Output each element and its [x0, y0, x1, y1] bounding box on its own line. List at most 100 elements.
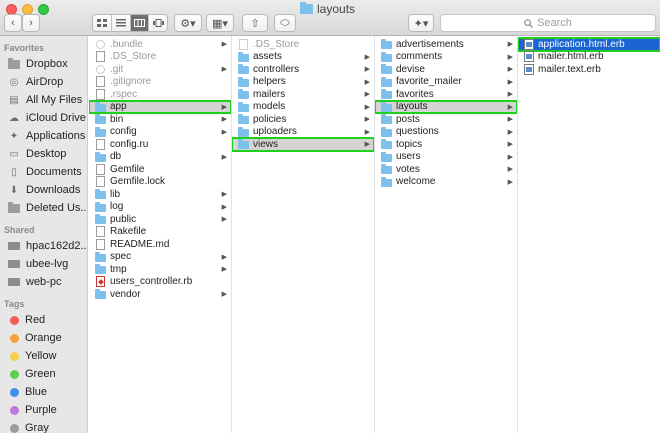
file-row[interactable]: application.html.erb — [518, 37, 660, 52]
folder-row[interactable]: questions ▶ — [375, 126, 517, 139]
list-view-button[interactable] — [112, 15, 131, 31]
folder-row[interactable]: favorites ▶ — [375, 88, 517, 101]
folder-row[interactable]: tmp ▶ — [89, 263, 231, 276]
file-row[interactable]: Gemfile.lock — [89, 176, 231, 189]
folder-row[interactable]: spec ▶ — [89, 251, 231, 264]
disclosure-arrow-icon: ▶ — [221, 191, 227, 199]
file-row[interactable]: .DS_Store — [89, 51, 231, 64]
folder-row[interactable]: users ▶ — [375, 151, 517, 164]
disclosure-arrow-icon: ▶ — [221, 41, 227, 49]
sidebar-item[interactable]: hpac162d2... — [0, 237, 87, 255]
folder-icon — [381, 64, 392, 75]
sidebar-item[interactable]: ▯ Documents — [0, 163, 87, 181]
item-name: vendor — [110, 288, 141, 300]
file-row[interactable]: .gitignore — [89, 76, 231, 89]
tag-item[interactable]: Orange — [0, 329, 87, 347]
item-name: log — [110, 201, 124, 213]
computer-icon — [8, 241, 20, 252]
forward-button[interactable]: › — [22, 14, 40, 32]
tag-item[interactable]: Blue — [0, 383, 87, 401]
column-view-button[interactable] — [130, 15, 150, 31]
folder-row[interactable]: db ▶ — [89, 151, 231, 164]
sidebar-item[interactable]: ⬇ Downloads — [0, 181, 87, 199]
folder-row[interactable]: mailers ▶ — [232, 88, 374, 101]
sidebar-item[interactable]: Dropbox — [0, 55, 87, 73]
folder-row[interactable]: lib ▶ — [89, 188, 231, 201]
column-1[interactable]: .bundle ▶ .DS_Store .git ▶ .gitignore .rspec ap… — [89, 36, 232, 433]
sidebar-item[interactable]: ◎ AirDrop — [0, 73, 87, 91]
folder-row[interactable]: vendor ▶ — [89, 288, 231, 301]
desktop-icon: ▭ — [9, 148, 19, 160]
item-name: config.ru — [110, 138, 149, 150]
file-row[interactable]: README.md — [89, 238, 231, 251]
tag-item[interactable]: Green — [0, 365, 87, 383]
sidebar-item-label: iCloud Drive — [26, 112, 86, 124]
columns-icon — [133, 19, 145, 27]
folder-row[interactable]: assets ▶ — [232, 51, 374, 64]
folder-icon — [381, 101, 392, 112]
sidebar-item[interactable]: ▤ All My Files — [0, 91, 87, 109]
folder-row[interactable]: comments ▶ — [375, 51, 517, 64]
file-row[interactable]: .rspec — [89, 88, 231, 101]
tag-item[interactable]: Yellow — [0, 347, 87, 365]
tag-item[interactable]: Purple — [0, 401, 87, 419]
file-row[interactable]: mailer.html.erb — [518, 51, 660, 64]
dropbox-button[interactable]: ✦▾ — [408, 14, 434, 32]
file-row[interactable]: users_controller.rb — [89, 276, 231, 289]
folder-row[interactable]: config ▶ — [89, 126, 231, 139]
file-row[interactable]: .bundle ▶ — [89, 38, 231, 51]
folder-row[interactable]: controllers ▶ — [232, 63, 374, 76]
disclosure-arrow-icon: ▶ — [221, 128, 227, 136]
folder-row[interactable]: favorite_mailer ▶ — [375, 76, 517, 89]
item-name: .bundle — [110, 38, 143, 50]
item-name: app — [110, 101, 127, 113]
folder-row[interactable]: layouts ▶ — [375, 99, 517, 114]
folder-row[interactable]: helpers ▶ — [232, 76, 374, 89]
action-menu-button[interactable]: ⚙▾ — [174, 14, 202, 32]
sidebar-item[interactable]: ubee-lvg — [0, 255, 87, 273]
file-row[interactable]: .git ▶ — [89, 63, 231, 76]
disclosure-arrow-icon: ▶ — [221, 153, 227, 161]
tag-item[interactable]: Red — [0, 311, 87, 329]
folder-row[interactable]: advertisements ▶ — [375, 38, 517, 51]
download-icon: ⬇ — [9, 184, 19, 196]
zoom-window-button[interactable] — [38, 4, 49, 15]
icon-view-button[interactable] — [93, 15, 112, 31]
sidebar-item[interactable]: web-pc — [0, 273, 87, 291]
sidebar-item[interactable]: ▭ Desktop — [0, 145, 87, 163]
folder-row[interactable]: public ▶ — [89, 213, 231, 226]
file-row[interactable]: mailer.text.erb — [518, 63, 660, 76]
sidebar-item[interactable]: Deleted Us... — [0, 199, 87, 217]
file-row[interactable]: Rakefile — [89, 226, 231, 239]
folder-row[interactable]: app ▶ — [89, 99, 231, 114]
file-row[interactable]: .DS_Store — [232, 38, 374, 51]
folder-row[interactable]: posts ▶ — [375, 113, 517, 126]
folder-row[interactable]: views ▶ — [232, 137, 374, 152]
folder-row[interactable]: votes ▶ — [375, 163, 517, 176]
disclosure-arrow-icon: ▶ — [507, 178, 513, 186]
file-row[interactable]: config.ru — [89, 138, 231, 151]
cover-flow-view-button[interactable] — [149, 15, 167, 31]
search-input[interactable]: Search — [440, 14, 656, 32]
share-button[interactable]: ⇧ — [242, 14, 268, 32]
folder-row[interactable]: devise ▶ — [375, 63, 517, 76]
folder-icon — [238, 114, 249, 125]
file-row[interactable]: Gemfile — [89, 163, 231, 176]
back-button[interactable]: ‹ — [4, 14, 22, 32]
folder-row[interactable]: policies ▶ — [232, 113, 374, 126]
column-3[interactable]: advertisements ▶ comments ▶ devise ▶ favorite_… — [375, 36, 518, 433]
column-4[interactable]: application.html.erb mailer.html.erb maile… — [518, 36, 660, 433]
edit-tags-button[interactable]: ⬭ — [274, 14, 296, 32]
arrange-menu-button[interactable]: ▦▾ — [206, 14, 234, 32]
sidebar-item[interactable]: ✦ Applications — [0, 127, 87, 145]
folder-row[interactable]: bin ▶ — [89, 113, 231, 126]
sidebar-item[interactable]: ☁ iCloud Drive — [0, 109, 87, 127]
folder-row[interactable]: log ▶ — [89, 201, 231, 214]
folder-row[interactable]: uploaders ▶ — [232, 126, 374, 139]
column-2[interactable]: .DS_Store assets ▶ controllers ▶ helpers ▶ mail… — [232, 36, 375, 433]
folder-row[interactable]: models ▶ — [232, 101, 374, 114]
tag-item[interactable]: Gray — [0, 419, 87, 433]
folder-row[interactable]: topics ▶ — [375, 138, 517, 151]
document-icon — [96, 88, 105, 100]
folder-row[interactable]: welcome ▶ — [375, 176, 517, 189]
